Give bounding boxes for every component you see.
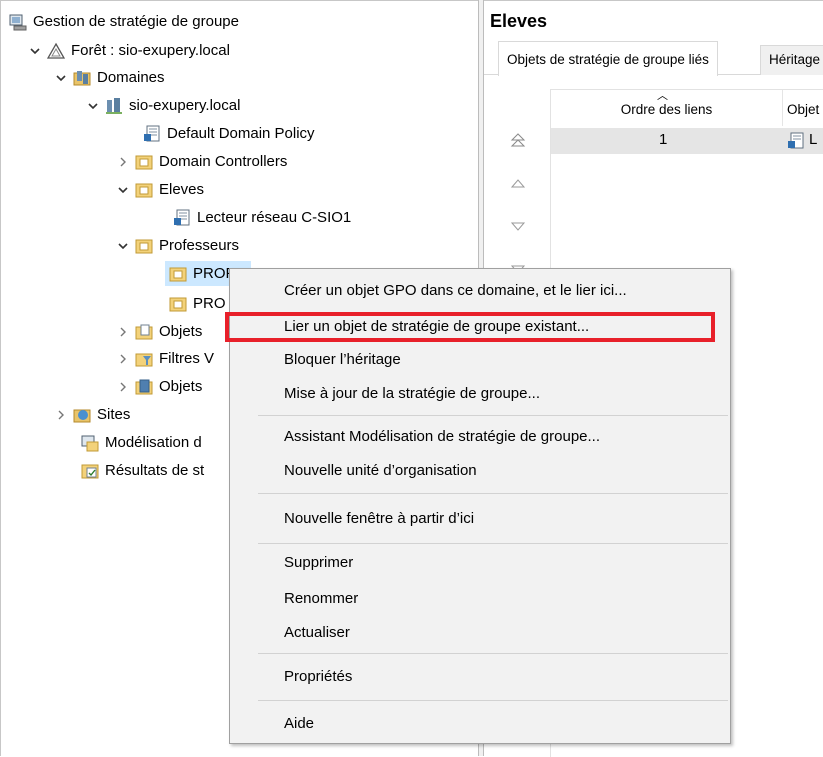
menu-item-modeling-wizard[interactable]: Assistant Modélisation de stratégie de g…	[230, 422, 730, 452]
chevron-down-icon[interactable]	[27, 43, 43, 59]
chevron-down-icon[interactable]	[115, 238, 131, 254]
tree-node-sites[interactable]: Sites	[53, 401, 130, 428]
results-icon	[81, 462, 99, 480]
tree-node-domains[interactable]: Domaines	[53, 64, 165, 91]
chevron-down-icon[interactable]	[53, 70, 69, 86]
ou-icon	[135, 153, 153, 171]
chevron-right-icon[interactable]	[115, 324, 131, 340]
domain-icon	[105, 97, 123, 115]
gpo-link-icon	[787, 132, 805, 150]
tree-node-wmi-filters[interactable]: Filtres V	[115, 345, 214, 372]
tree-node-modeling[interactable]: Modélisation d	[81, 429, 202, 456]
menu-item-new-ou[interactable]: Nouvelle unité d’organisation	[230, 456, 730, 486]
details-title: Eleves	[490, 11, 548, 31]
move-top-icon[interactable]	[510, 129, 526, 151]
chevron-right-icon[interactable]	[115, 351, 131, 367]
gpo-folder-icon	[135, 323, 153, 341]
ou-icon	[135, 181, 153, 199]
tab-inheritance[interactable]: Héritage	[760, 45, 823, 75]
tree-node-results[interactable]: Résultats de st	[81, 457, 204, 484]
menu-separator	[258, 415, 728, 416]
tree-label: PRO	[193, 295, 226, 312]
tree-label: sio-exupery.local	[129, 97, 241, 114]
tree-node-professeurs[interactable]: Professeurs	[115, 232, 239, 259]
gpo-link-icon	[173, 209, 191, 227]
tree-node-eleves[interactable]: Eleves	[115, 176, 204, 203]
menu-separator	[258, 653, 728, 654]
tree-label: Gestion de stratégie de groupe	[33, 13, 239, 30]
move-up-icon[interactable]	[510, 172, 526, 194]
sites-icon	[73, 406, 91, 424]
modeling-icon	[81, 434, 99, 452]
tree-node-root[interactable]: Gestion de stratégie de groupe	[9, 8, 239, 35]
chevron-right-icon[interactable]	[53, 407, 69, 423]
menu-separator	[258, 493, 728, 494]
chevron-right-icon[interactable]	[115, 154, 131, 170]
menu-separator	[258, 543, 728, 544]
tree-label: Professeurs	[159, 237, 240, 254]
chevron-down-icon[interactable]	[85, 98, 101, 114]
ou-icon	[169, 265, 187, 283]
tree-label: Modélisation d	[105, 434, 202, 451]
tree-node-domain-controllers[interactable]: Domain Controllers	[115, 148, 287, 175]
menu-item-help[interactable]: Aide	[230, 709, 730, 739]
gpo-link-icon	[143, 125, 161, 143]
starter-gpo-icon	[135, 378, 153, 396]
tree-label: Eleves	[159, 181, 205, 198]
gpo-name-cell: L	[809, 131, 818, 148]
tree-node-prof-2[interactable]: PRO	[169, 290, 226, 317]
ou-icon	[135, 237, 153, 255]
domains-icon	[73, 69, 91, 87]
tree-label: Filtres V	[159, 350, 215, 367]
chevron-down-icon[interactable]	[115, 182, 131, 198]
forest-icon	[47, 42, 65, 60]
tree-node-lecteur-reseau[interactable]: Lecteur réseau C-SIO1	[173, 204, 351, 231]
move-down-icon[interactable]	[510, 215, 526, 237]
menu-item-block-inheritance[interactable]: Bloquer l’héritage	[230, 345, 730, 375]
details-tabs: Objets de stratégie de groupe liés Hérit…	[484, 41, 823, 76]
highlight-box	[225, 312, 715, 342]
menu-item-group-policy-update[interactable]: Mise à jour de la stratégie de groupe...	[230, 379, 730, 409]
menu-item-create-gpo[interactable]: Créer un objet GPO dans ce domaine, et l…	[230, 276, 730, 306]
tree-label: Sites	[97, 406, 131, 423]
sort-up-icon: ︿	[657, 90, 668, 102]
menu-item-properties[interactable]: Propriétés	[230, 662, 730, 692]
ou-icon	[169, 295, 187, 313]
table-row[interactable]: 1 L	[551, 128, 823, 154]
tree-node-starter-gpos[interactable]: Objets	[115, 373, 202, 400]
tree-label: Objets	[159, 378, 203, 395]
tab-linked-gpos[interactable]: Objets de stratégie de groupe liés	[498, 41, 718, 76]
column-header-link-order[interactable]: ︿ Ordre des liens	[551, 90, 783, 126]
tree-node-forest[interactable]: Forêt : sio-exupery.local	[27, 37, 230, 64]
tree-node-domain[interactable]: sio-exupery.local	[85, 92, 240, 119]
tree-label: Domain Controllers	[159, 153, 288, 170]
chevron-right-icon[interactable]	[115, 379, 131, 395]
link-order-cell: 1	[659, 131, 668, 148]
column-header-gpo[interactable]: Objet	[783, 90, 823, 126]
tree-label: Résultats de st	[105, 462, 205, 479]
menu-separator	[258, 700, 728, 701]
tree-node-gpo-objects[interactable]: Objets	[115, 318, 202, 345]
tree-node-default-domain-policy[interactable]: Default Domain Policy	[143, 120, 315, 147]
menu-item-delete[interactable]: Supprimer	[230, 548, 730, 578]
tree-label: Forêt : sio-exupery.local	[71, 42, 230, 59]
menu-item-new-window[interactable]: Nouvelle fenêtre à partir d’ici	[230, 504, 730, 534]
menu-item-refresh[interactable]: Actualiser	[230, 618, 730, 648]
menu-item-rename[interactable]: Renommer	[230, 584, 730, 614]
wmi-filter-icon	[135, 350, 153, 368]
tree-label: Lecteur réseau C-SIO1	[197, 209, 352, 226]
tree-label: Objets	[159, 323, 203, 340]
tree-label: Default Domain Policy	[167, 125, 315, 142]
gpm-console-icon	[9, 13, 27, 31]
tree-label: Domaines	[97, 69, 165, 86]
